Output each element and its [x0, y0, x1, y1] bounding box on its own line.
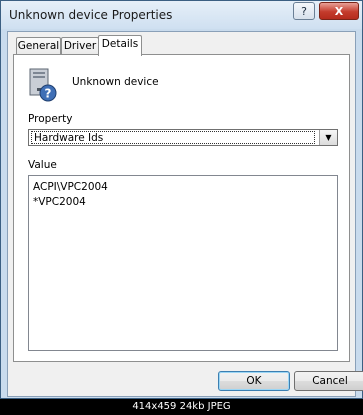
value-label: Value: [28, 159, 57, 171]
chevron-down-icon[interactable]: ▼: [319, 130, 337, 145]
details-panel: ? Unknown device Property Hardware Ids ▼…: [13, 54, 350, 362]
value-list[interactable]: ACPI\VPC2004 *VPC2004: [28, 175, 338, 351]
title-bar[interactable]: Unknown device Properties ? X: [1, 1, 362, 29]
help-button[interactable]: ?: [293, 2, 315, 20]
cancel-button[interactable]: Cancel: [294, 371, 363, 391]
dialog-body: General Driver Details ? Unknown device …: [7, 31, 363, 397]
svg-text:?: ?: [45, 87, 52, 101]
ok-button[interactable]: OK: [218, 371, 290, 391]
property-dropdown[interactable]: Hardware Ids ▼: [28, 129, 338, 146]
property-label: Property: [28, 113, 73, 125]
device-name: Unknown device: [72, 76, 159, 88]
tab-general[interactable]: General: [16, 37, 61, 55]
image-info-bar: 414x459 24kb JPEG: [0, 399, 363, 415]
property-selected-value: Hardware Ids: [31, 131, 315, 144]
properties-dialog: Unknown device Properties ? X General Dr…: [0, 0, 363, 399]
tab-driver[interactable]: Driver: [61, 37, 99, 55]
window-title: Unknown device Properties: [9, 8, 173, 22]
close-button[interactable]: X: [319, 2, 359, 20]
list-item[interactable]: *VPC2004: [33, 196, 86, 208]
list-item[interactable]: ACPI\VPC2004: [33, 181, 108, 193]
unknown-device-icon: ?: [29, 68, 57, 102]
tab-details[interactable]: Details: [98, 35, 142, 56]
